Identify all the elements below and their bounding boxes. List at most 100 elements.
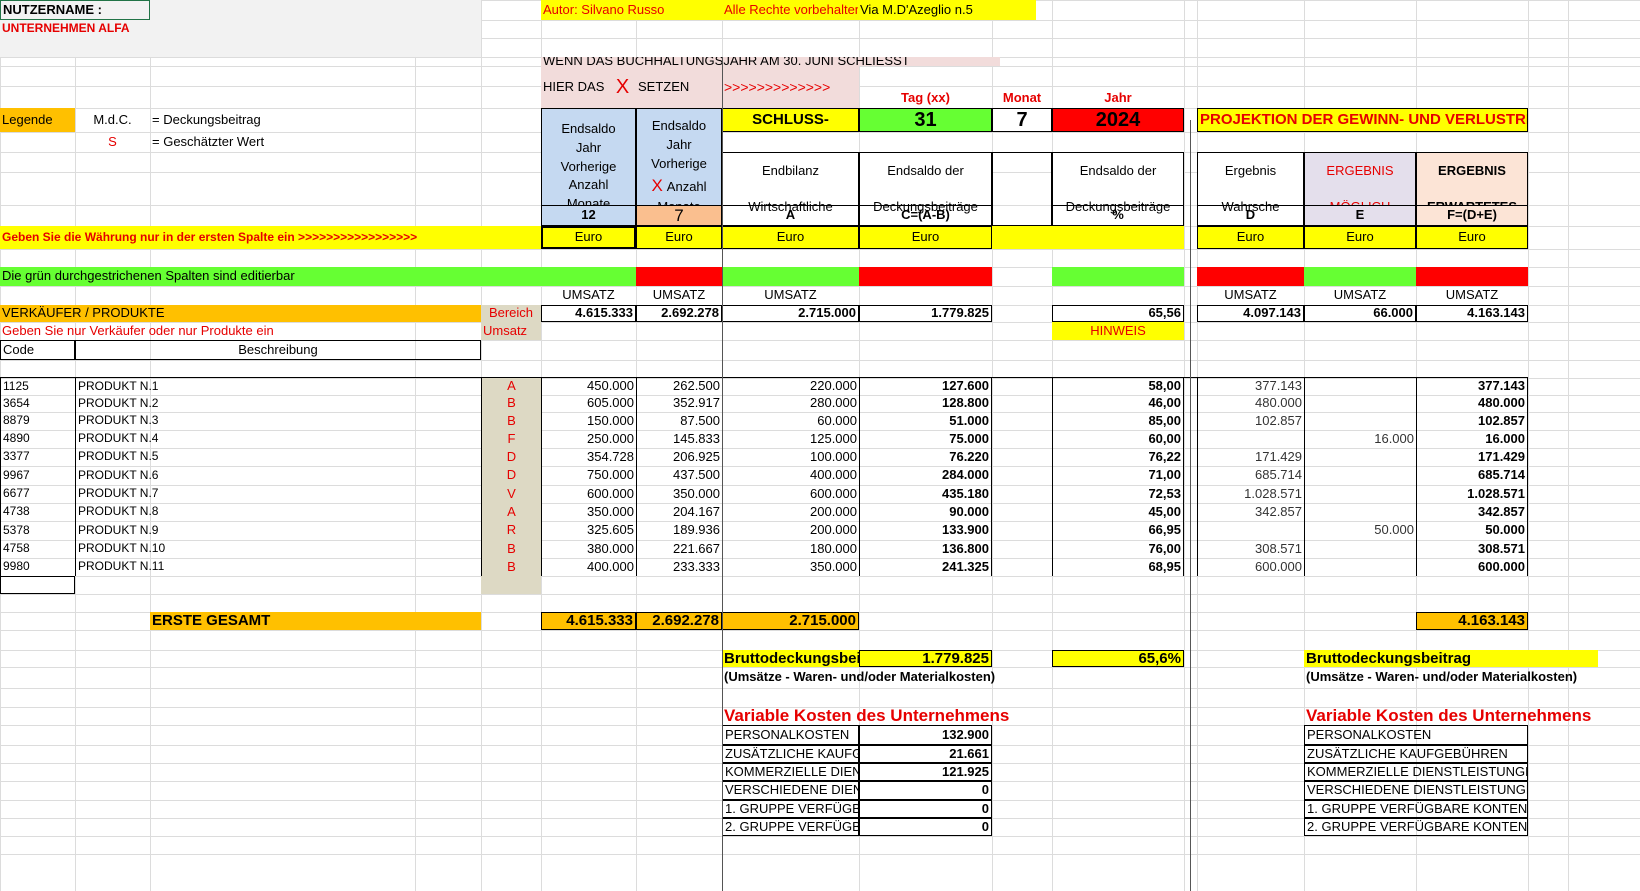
row-contrib[interactable]: 435.180 xyxy=(859,485,992,503)
row-result-possible[interactable] xyxy=(1304,395,1416,412)
legend-mdc-desc[interactable]: = Deckungsbeitrag xyxy=(150,108,481,132)
username-label[interactable]: NUTZERNAME : xyxy=(0,0,150,20)
cost-label-right[interactable]: KOMMERZIELLE DIENSTLEISTUNGEN xyxy=(1304,763,1528,781)
row-code[interactable]: 8879 xyxy=(0,412,75,430)
row-prev-months[interactable]: 437.500 xyxy=(636,466,722,485)
currency-input[interactable]: Euro xyxy=(541,226,636,249)
legend-mdc[interactable]: M.d.C. xyxy=(75,108,150,132)
total-c2[interactable]: 2.692.278 xyxy=(636,305,722,322)
editable-note[interactable]: Die grün durchgestrichenen Spalten sind … xyxy=(0,267,481,286)
cost-label[interactable]: ZUSÄTZLICHE KAUFGEBÜHREN xyxy=(722,745,859,763)
hint-cell[interactable]: HINWEIS xyxy=(1052,322,1184,340)
row-contrib[interactable]: 75.000 xyxy=(859,430,992,448)
row-desc[interactable]: PRODUKT N.4 xyxy=(75,430,481,448)
row-area[interactable]: V xyxy=(481,485,541,503)
row-contrib[interactable]: 241.325 xyxy=(859,558,992,576)
month-label[interactable]: Monat xyxy=(992,88,1052,108)
row-result-prob[interactable]: 377.143 xyxy=(1197,378,1304,395)
row-result-possible[interactable] xyxy=(1304,485,1416,503)
row-result-prob[interactable] xyxy=(1197,521,1304,540)
code-pct[interactable]: % xyxy=(1052,205,1184,226)
row-balance[interactable]: 200.000 xyxy=(722,503,859,521)
currency[interactable]: Euro xyxy=(1304,226,1416,249)
first-total-label[interactable]: ERSTE GESAMT xyxy=(150,612,481,630)
row-area[interactable]: B xyxy=(481,395,541,412)
row-code[interactable]: 6677 xyxy=(0,485,75,503)
cost-label-right[interactable]: VERSCHIEDENE DIENSTLEISTUNGEN xyxy=(1304,781,1528,800)
row-result-prob[interactable]: 171.429 xyxy=(1197,448,1304,466)
gross-pct[interactable]: 65,6% xyxy=(1052,650,1184,667)
row-prev-year[interactable]: 400.000 xyxy=(541,558,636,576)
row-result-expected[interactable]: 1.028.571 xyxy=(1416,485,1528,503)
year-input[interactable]: 2024 xyxy=(1052,108,1184,132)
umsatz-label[interactable]: Umsatz xyxy=(481,322,541,340)
row-contrib-pct[interactable]: 60,00 xyxy=(1052,430,1184,448)
row-prev-months[interactable]: 145.833 xyxy=(636,430,722,448)
row-area[interactable]: D xyxy=(481,466,541,485)
row-prev-months[interactable]: 87.500 xyxy=(636,412,722,430)
row-prev-months[interactable]: 262.500 xyxy=(636,378,722,395)
currency[interactable]: Euro xyxy=(722,226,859,249)
row-code[interactable]: 3654 xyxy=(0,395,75,412)
company-name[interactable]: UNTERNEHMEN ALFA xyxy=(0,20,415,38)
row-prev-year[interactable]: 354.728 xyxy=(541,448,636,466)
total-c5[interactable]: 65,56 xyxy=(1052,305,1184,322)
row-result-possible[interactable]: 16.000 xyxy=(1304,430,1416,448)
row-result-prob[interactable]: 685.714 xyxy=(1197,466,1304,485)
total-c3[interactable]: 2.715.000 xyxy=(722,305,859,322)
row-balance[interactable]: 280.000 xyxy=(722,395,859,412)
row-area[interactable]: B xyxy=(481,412,541,430)
closing-label[interactable]: SCHLUSS- xyxy=(722,108,859,132)
year-label[interactable]: Jahr xyxy=(1052,88,1184,108)
code-f[interactable]: F=(D+E) xyxy=(1416,205,1528,226)
set-label[interactable]: SETZEN xyxy=(636,66,722,108)
row-desc[interactable]: PRODUKT N.11 xyxy=(75,558,481,576)
variable-costs-title[interactable]: Variable Kosten des Unternehmens xyxy=(722,707,1100,725)
row-contrib-pct[interactable]: 85,00 xyxy=(1052,412,1184,430)
row-balance[interactable]: 100.000 xyxy=(722,448,859,466)
address-cell[interactable]: Via M.D'Azeglio n.5 xyxy=(858,0,1036,20)
gross-note[interactable]: (Umsätze - Waren- und/oder Materialkoste… xyxy=(722,667,1100,688)
months-current[interactable]: 7 xyxy=(636,205,722,226)
row-result-possible[interactable]: 50.000 xyxy=(1304,521,1416,540)
row-contrib-pct[interactable]: 58,00 xyxy=(1052,378,1184,395)
row-prev-months[interactable]: 233.333 xyxy=(636,558,722,576)
row-contrib[interactable]: 133.900 xyxy=(859,521,992,540)
day-label[interactable]: Tag (xx) xyxy=(859,88,992,108)
cost-label[interactable]: KOMMERZIELLE DIENSTLEISTUNGEN xyxy=(722,763,859,781)
row-prev-year[interactable]: 750.000 xyxy=(541,466,636,485)
row-prev-year[interactable]: 450.000 xyxy=(541,378,636,395)
total-c6[interactable]: 4.097.143 xyxy=(1197,305,1304,322)
row-result-prob[interactable]: 480.000 xyxy=(1197,395,1304,412)
row-result-prob[interactable]: 102.857 xyxy=(1197,412,1304,430)
cost-value[interactable]: 0 xyxy=(859,818,992,836)
row-contrib[interactable]: 76.220 xyxy=(859,448,992,466)
row-desc[interactable]: PRODUKT N.8 xyxy=(75,503,481,521)
legend-label[interactable]: Legende xyxy=(0,108,75,132)
cost-label[interactable]: 1. GRUPPE VERFÜGBARE KONTEN xyxy=(722,800,859,818)
row-balance[interactable]: 200.000 xyxy=(722,521,859,540)
row-desc[interactable]: PRODUKT N.5 xyxy=(75,448,481,466)
cost-label[interactable]: VERSCHIEDENE DIENSTLEISTUNGEN xyxy=(722,781,859,800)
row-balance[interactable]: 125.000 xyxy=(722,430,859,448)
row-result-expected[interactable]: 16.000 xyxy=(1416,430,1528,448)
first-total-c3[interactable]: 2.715.000 xyxy=(722,612,859,630)
row-contrib[interactable]: 128.800 xyxy=(859,395,992,412)
legend-s[interactable]: S xyxy=(75,132,150,152)
row-result-possible[interactable] xyxy=(1304,448,1416,466)
enter-note[interactable]: Geben Sie nur Verkäufer oder nur Produkt… xyxy=(0,322,481,340)
gross-label-right[interactable]: Bruttodeckungsbeitrag xyxy=(1304,650,1598,667)
row-contrib[interactable]: 284.000 xyxy=(859,466,992,485)
row-result-prob[interactable]: 600.000 xyxy=(1197,558,1304,576)
row-balance[interactable]: 60.000 xyxy=(722,412,859,430)
code-a[interactable]: A xyxy=(722,205,859,226)
row-area[interactable]: A xyxy=(481,378,541,395)
projection-title[interactable]: PROJEKTION DER GEWINN- UND VERLUSTRECHNU… xyxy=(1197,108,1528,132)
row-contrib-pct[interactable]: 71,00 xyxy=(1052,466,1184,485)
row-code[interactable]: 4890 xyxy=(0,430,75,448)
row-desc[interactable]: PRODUKT N.2 xyxy=(75,395,481,412)
currency[interactable]: Euro xyxy=(1416,226,1528,249)
row-code[interactable]: 4758 xyxy=(0,540,75,558)
x-marker[interactable]: X xyxy=(609,66,636,108)
row-result-possible[interactable] xyxy=(1304,558,1416,576)
